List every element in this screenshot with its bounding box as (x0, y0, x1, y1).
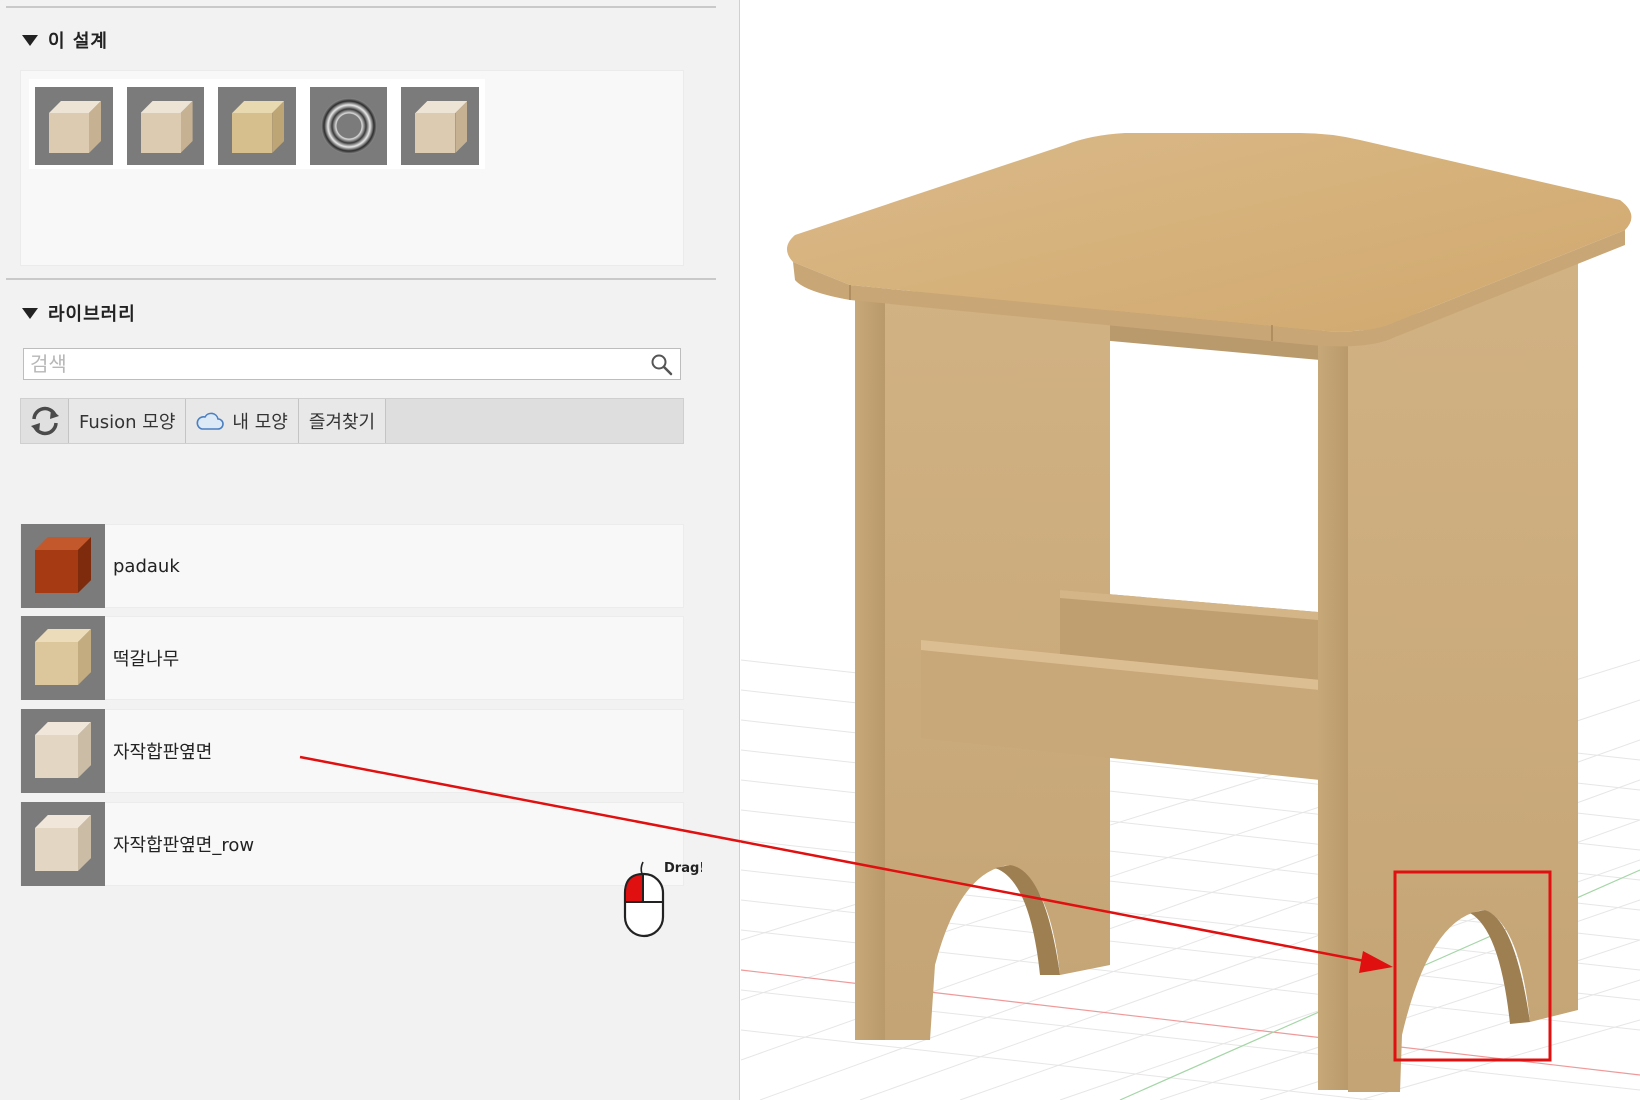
library-item-label: 떡갈나무 (113, 649, 180, 670)
tab-favorites-label: 즐겨찾기 (308, 412, 376, 433)
stool-model[interactable] (786, 133, 1632, 1092)
refresh-button[interactable] (21, 399, 69, 443)
library-item-label: 자작합판옆면 (113, 742, 213, 763)
light-wood-cube-icon (140, 101, 193, 153)
drag-hint-label: Drag! (664, 861, 702, 876)
oak-swatch (21, 616, 105, 700)
3d-viewport[interactable] (741, 0, 1640, 1100)
library-item-birch-plywood-side-row[interactable]: 자작합판옆면_row (20, 802, 684, 886)
chrome-ring-icon (320, 98, 377, 154)
design-thumb-1[interactable] (35, 87, 113, 165)
library-header[interactable]: 라이브러리 (22, 299, 136, 327)
design-thumb-4[interactable] (309, 87, 388, 165)
library-title: 라이브러리 (48, 304, 136, 325)
birch-plywood-cube-icon (35, 815, 91, 871)
padauk-swatch (21, 524, 105, 608)
left-leg-edge[interactable] (855, 290, 885, 1040)
search-icon[interactable] (650, 353, 674, 377)
library-item-oak[interactable]: 떡갈나무 (20, 616, 684, 700)
appearance-panel: 이 설계 라이브러리 검색 Fusion 모양 내 모양 즐겨찾기 padauk… (0, 0, 740, 1100)
mouse-icon (623, 861, 665, 938)
divider (6, 278, 716, 280)
divider (6, 6, 716, 8)
right-leg-edge[interactable] (1318, 330, 1348, 1090)
yellow-wood-cube-icon (232, 101, 285, 153)
viewport-canvas[interactable] (741, 0, 1640, 1100)
design-thumb-3[interactable] (218, 87, 296, 165)
tab-my-appearances[interactable]: 내 모양 (186, 399, 299, 443)
light-wood-cube-icon (49, 101, 101, 153)
mouse-drag-hint: Drag! (623, 861, 702, 938)
library-item-birch-plywood-side[interactable]: 자작합판옆면 (20, 709, 684, 793)
refresh-icon (30, 406, 59, 436)
library-tabs: Fusion 모양 내 모양 즐겨찾기 (20, 398, 684, 444)
padauk-cube-icon (35, 537, 91, 593)
cloud-icon (196, 412, 225, 430)
this-design-header[interactable]: 이 설계 (22, 26, 108, 54)
design-appearance-strip (29, 79, 485, 169)
collapse-triangle-icon[interactable] (22, 307, 38, 319)
collapse-triangle-icon[interactable] (22, 34, 38, 46)
tab-bar-filler (386, 399, 683, 443)
tab-fusion-appearances[interactable]: Fusion 모양 (69, 399, 187, 443)
tab-my-appearances-label: 내 모양 (232, 412, 288, 433)
search-input[interactable] (24, 349, 624, 379)
tab-favorites[interactable]: 즐겨찾기 (298, 399, 387, 443)
this-design-title: 이 설계 (48, 31, 108, 52)
library-item-label: 자작합판옆면_row (113, 835, 255, 856)
birch-plywood-row-swatch (21, 802, 105, 886)
light-wood-cube-icon (415, 101, 468, 153)
search-box[interactable] (23, 348, 681, 380)
library-item-label: padauk (113, 555, 180, 577)
design-thumb-5[interactable] (401, 87, 479, 165)
tab-fusion-label: Fusion 모양 (79, 412, 176, 433)
oak-cube-icon (35, 629, 91, 685)
birch-plywood-swatch (21, 709, 105, 793)
birch-plywood-cube-icon (35, 722, 91, 778)
library-item-padauk[interactable]: padauk (20, 524, 684, 608)
design-thumb-2[interactable] (126, 87, 205, 165)
this-design-area (20, 70, 684, 266)
